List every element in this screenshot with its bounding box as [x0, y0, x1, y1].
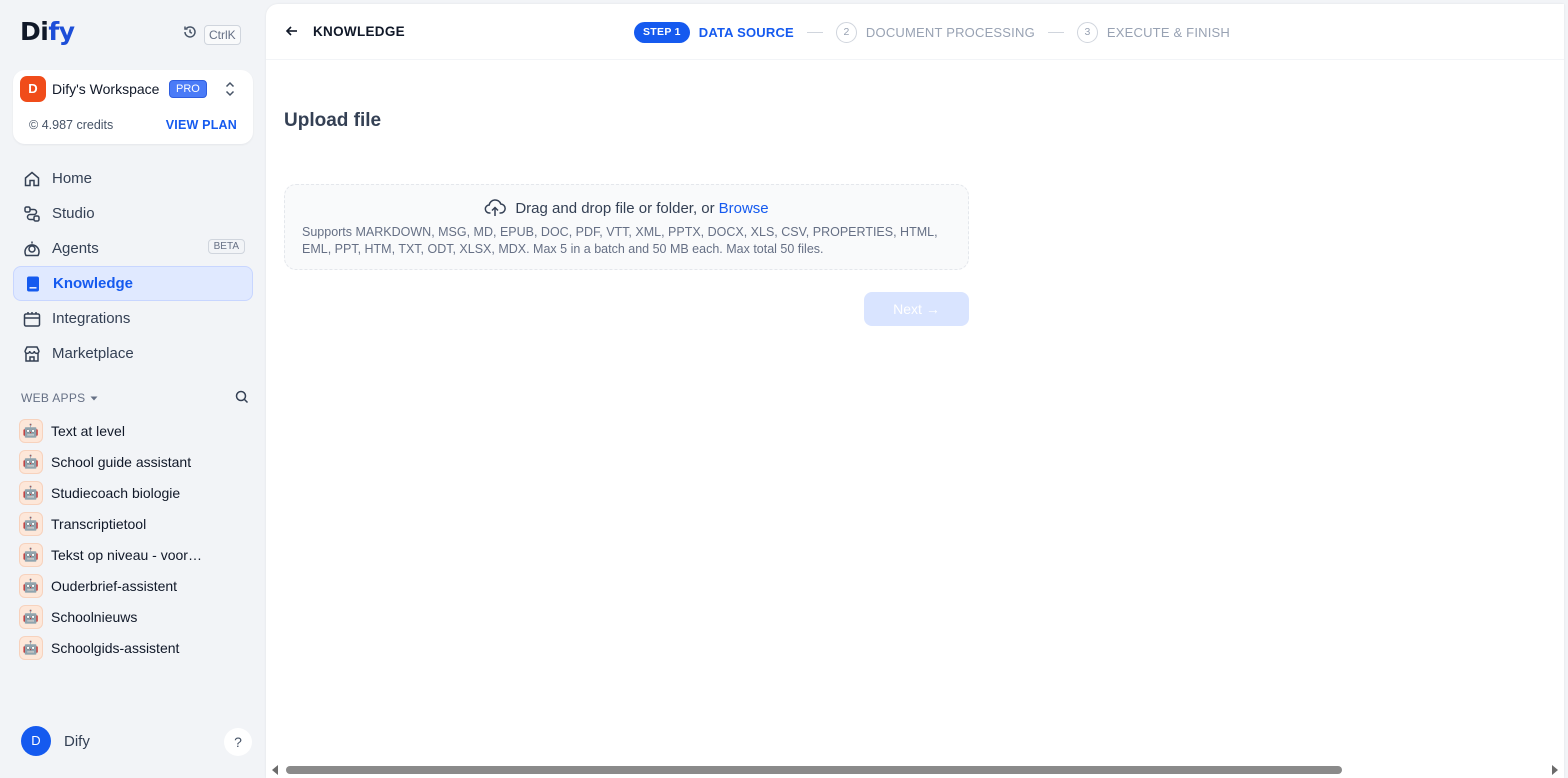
web-app-item[interactable]: 🤖 Schoolgids-assistent [19, 632, 253, 663]
step-2-number: 2 [835, 21, 857, 43]
next-button[interactable]: Next → [864, 292, 969, 326]
step-2-label: DOCUMENT PROCESSING [865, 24, 1035, 40]
nav-knowledge[interactable]: Knowledge [13, 266, 253, 301]
store-icon [23, 345, 41, 363]
sidebar: Dify CtrlK D Dify's Workspace PRO © 4.98… [0, 0, 266, 778]
dropzone-prompt: Drag and drop file or folder, or Browse [285, 198, 968, 218]
back-arrow-icon[interactable] [284, 23, 300, 39]
scroll-left-arrow[interactable] [272, 765, 278, 775]
top-tools: CtrlK [182, 24, 241, 45]
integrations-icon [23, 310, 41, 328]
nav-integrations[interactable]: Integrations [13, 301, 253, 336]
nav-agents[interactable]: Agents BETA [13, 231, 253, 266]
cloud-upload-icon [484, 198, 507, 218]
nav-marketplace[interactable]: Marketplace [13, 336, 253, 371]
plan-badge: PRO [169, 80, 207, 98]
nav-studio[interactable]: Studio [13, 196, 253, 231]
search-icon[interactable] [235, 390, 249, 409]
page-title: KNOWLEDGE [313, 24, 405, 39]
history-icon[interactable] [182, 24, 198, 45]
user-name: Dify [64, 732, 90, 750]
robot-icon: 🤖 [19, 635, 43, 660]
step-3-number: 3 [1076, 21, 1098, 43]
workspace-avatar: D [20, 76, 46, 102]
beta-badge: BETA [207, 239, 245, 254]
browse-link[interactable]: Browse [719, 200, 769, 217]
step-3-label: EXECUTE & FINISH [1106, 24, 1230, 40]
web-app-item[interactable]: 🤖 School guide assistant [19, 446, 253, 477]
web-app-item[interactable]: 🤖 Tekst op niveau - voor… [19, 539, 253, 570]
credits-icon: © [29, 118, 39, 132]
robot-icon: 🤖 [19, 542, 43, 567]
web-app-item[interactable]: 🤖 Text at level [19, 415, 253, 446]
supported-formats-text: Supports MARKDOWN, MSG, MD, EPUB, DOC, P… [302, 225, 938, 256]
upload-title: Upload file [284, 110, 382, 131]
shortcut-key: CtrlK [204, 24, 241, 45]
workspace-name: Dify's Workspace [52, 81, 160, 97]
web-app-item[interactable]: 🤖 Transcriptietool [19, 508, 253, 539]
dify-logo[interactable]: Dify [20, 17, 75, 46]
home-icon [23, 170, 41, 188]
nav-marketplace-label: Marketplace [52, 345, 134, 362]
step-1-label: DATA SOURCE [698, 24, 794, 40]
web-apps-header: WEB APPS [21, 389, 249, 407]
step-indicator: STEP 1 DATA SOURCE 2 DOCUMENT PROCESSING… [634, 21, 1230, 43]
nav-home[interactable]: Home [13, 161, 253, 196]
web-apps-toggle[interactable]: WEB APPS [21, 391, 99, 405]
main-panel: KNOWLEDGE STEP 1 DATA SOURCE 2 DOCUMENT … [266, 4, 1564, 778]
web-apps-list: 🤖 Text at level 🤖 School guide assistant 🤖… [19, 415, 253, 663]
arrow-right-icon: → [925, 301, 940, 317]
view-plan-link[interactable]: VIEW PLAN [166, 118, 237, 132]
credits-text: © 4.987 credits [29, 118, 114, 132]
robot-icon: 🤖 [19, 604, 43, 629]
chevron-updown-icon[interactable] [223, 79, 237, 99]
user-account[interactable]: D Dify [21, 726, 90, 756]
nav-agents-label: Agents [52, 240, 99, 257]
web-app-item[interactable]: 🤖 Schoolnieuws [19, 601, 253, 632]
robot-icon: 🤖 [19, 449, 43, 474]
scroll-right-arrow[interactable] [1552, 765, 1558, 775]
step-1-pill: STEP 1 [634, 21, 690, 43]
nav-knowledge-label: Knowledge [53, 275, 134, 292]
step-divider [1047, 31, 1064, 33]
book-icon [24, 275, 42, 293]
top-bar: KNOWLEDGE STEP 1 DATA SOURCE 2 DOCUMENT … [266, 4, 1564, 60]
main-nav: Home Studio Agents BETA Knowledge Integr… [13, 161, 253, 371]
web-app-item[interactable]: 🤖 Ouderbrief-assistent [19, 570, 253, 601]
web-app-item[interactable]: 🤖 Studiecoach biologie [19, 477, 253, 508]
robot-icon: 🤖 [19, 480, 43, 505]
step-divider [806, 31, 823, 33]
nav-integrations-label: Integrations [52, 310, 131, 327]
nav-studio-label: Studio [52, 205, 95, 222]
robot-icon: 🤖 [19, 511, 43, 536]
user-avatar: D [21, 726, 51, 756]
studio-icon [23, 205, 41, 223]
file-dropzone[interactable]: Drag and drop file or folder, or Browse … [284, 184, 969, 270]
nav-home-label: Home [52, 170, 93, 187]
help-button[interactable]: ? [224, 728, 252, 756]
robot-icon: 🤖 [19, 573, 43, 598]
robot-icon: 🤖 [19, 418, 43, 443]
horizontal-scrollbar[interactable] [266, 762, 1564, 776]
agents-icon [23, 240, 41, 258]
drag-drop-text: Drag and drop file or folder, or [515, 199, 715, 217]
caret-down-icon [90, 396, 98, 401]
scrollbar-thumb[interactable] [286, 766, 1342, 774]
workspace-card[interactable]: D Dify's Workspace PRO © 4.987 credits V… [13, 70, 253, 144]
